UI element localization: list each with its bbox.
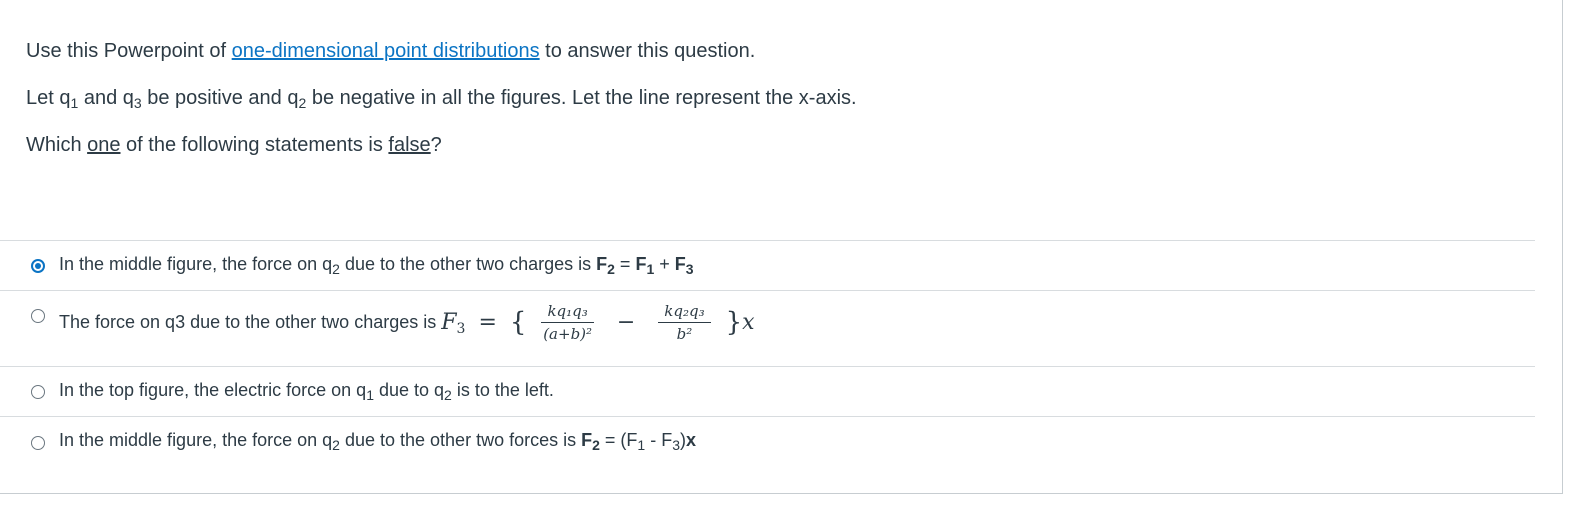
answer-option-4[interactable]: In the middle figure, the force on q2 du… <box>0 416 1535 466</box>
text: be positive and q <box>141 87 299 109</box>
subscript: 2 <box>332 261 340 277</box>
text: Which <box>26 134 88 156</box>
radio-button[interactable] <box>31 385 45 399</box>
radio-button[interactable] <box>31 309 45 323</box>
subscript: 2 <box>444 387 452 403</box>
force-symbol: F <box>635 254 647 274</box>
force-symbol: F <box>581 430 593 450</box>
left-brace: { <box>509 307 527 338</box>
answer-list: In the middle figure, the force on q2 du… <box>0 240 1535 466</box>
question-panel: Use this Powerpoint of one-dimensional p… <box>0 0 1563 494</box>
text: In the middle figure, the force on q <box>59 254 333 274</box>
text: The force on q3 due to the other two cha… <box>59 312 437 332</box>
minus-sign: − <box>616 310 636 335</box>
answer-option-2-label: The force on q3 due to the other two cha… <box>59 302 755 343</box>
question-line-3: Which one of the following statements is… <box>26 132 857 159</box>
text: b² <box>676 325 693 343</box>
subscript: 3 <box>672 437 681 453</box>
emphasis-one: one <box>87 134 121 156</box>
subscript: 2 <box>592 437 600 453</box>
text: ? <box>430 134 442 156</box>
question-text-pre: Use this Powerpoint of <box>26 40 232 62</box>
question-text-post: to answer this question. <box>539 40 756 62</box>
answer-option-3-label: In the top figure, the electric force on… <box>59 380 554 403</box>
text: is to the left. <box>451 380 554 400</box>
subscript: 3 <box>456 321 466 337</box>
text: kq₂q₃ <box>658 302 711 323</box>
unit-vector-x: x <box>686 430 697 450</box>
text: due to the other two charges is <box>339 254 597 274</box>
text: - F <box>645 430 673 450</box>
text: = <box>614 254 636 274</box>
x-unit-vector: x <box>742 310 755 335</box>
answer-option-1[interactable]: In the middle figure, the force on q2 du… <box>0 240 1535 290</box>
subscript: 3 <box>685 261 694 277</box>
question-line-2: Let q1 and q3 be positive and q2 be nega… <box>26 85 857 112</box>
question-text: Use this Powerpoint of one-dimensional p… <box>26 38 857 179</box>
radio-button[interactable] <box>31 436 45 450</box>
right-brace: } <box>725 307 743 338</box>
text: In the middle figure, the force on q <box>59 430 333 450</box>
answer-option-1-label: In the middle figure, the force on q2 du… <box>59 254 694 277</box>
question-line-1: Use this Powerpoint of one-dimensional p… <box>26 38 857 65</box>
text: Let q <box>26 87 71 109</box>
text: kq₁q₃ <box>541 302 594 323</box>
text: and q <box>78 87 134 109</box>
text: + <box>654 254 675 274</box>
answer-option-3[interactable]: In the top figure, the electric force on… <box>0 366 1535 416</box>
formula-F3: F3 <box>441 310 466 337</box>
answer-option-2[interactable]: The force on q3 due to the other two cha… <box>0 290 1535 366</box>
force-symbol: F <box>596 254 608 274</box>
text: In the top figure, the electric force on… <box>59 380 367 400</box>
text: due to the other two forces is <box>339 430 582 450</box>
radio-button-selected[interactable] <box>31 259 45 273</box>
powerpoint-link[interactable]: one-dimensional point distributions <box>232 40 540 62</box>
answer-option-4-label: In the middle figure, the force on q2 du… <box>59 430 697 453</box>
text: be negative in all the figures. Let the … <box>306 87 857 109</box>
equals-sign: = <box>478 310 497 335</box>
emphasis-false: false <box>388 134 431 156</box>
text: F <box>441 310 457 335</box>
fraction-2: kq₂q₃ b² <box>658 302 711 343</box>
subscript: 2 <box>607 261 615 277</box>
force-symbol: F <box>674 254 686 274</box>
subscript: 1 <box>366 387 374 403</box>
subscript: 3 <box>133 95 142 111</box>
fraction-1: kq₁q₃ (a+b)² <box>541 302 594 343</box>
subscript: 2 <box>332 437 340 453</box>
text: = (F <box>599 430 638 450</box>
text: due to q <box>373 380 445 400</box>
text: (a+b)² <box>543 325 593 343</box>
text: of the following statements is <box>120 134 389 156</box>
